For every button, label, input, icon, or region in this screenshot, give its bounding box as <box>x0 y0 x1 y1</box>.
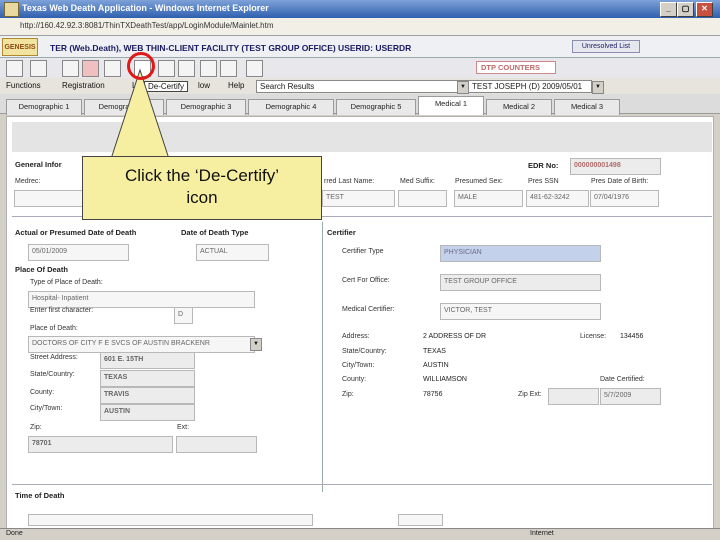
callout-line-1: Click the ‘De-Certify’ <box>125 166 279 185</box>
callout-pointer <box>109 68 171 163</box>
highlight-circle <box>127 52 155 80</box>
instruction-callout: Click the ‘De-Certify’ icon <box>82 156 322 220</box>
callout-line-2: icon <box>186 188 218 207</box>
